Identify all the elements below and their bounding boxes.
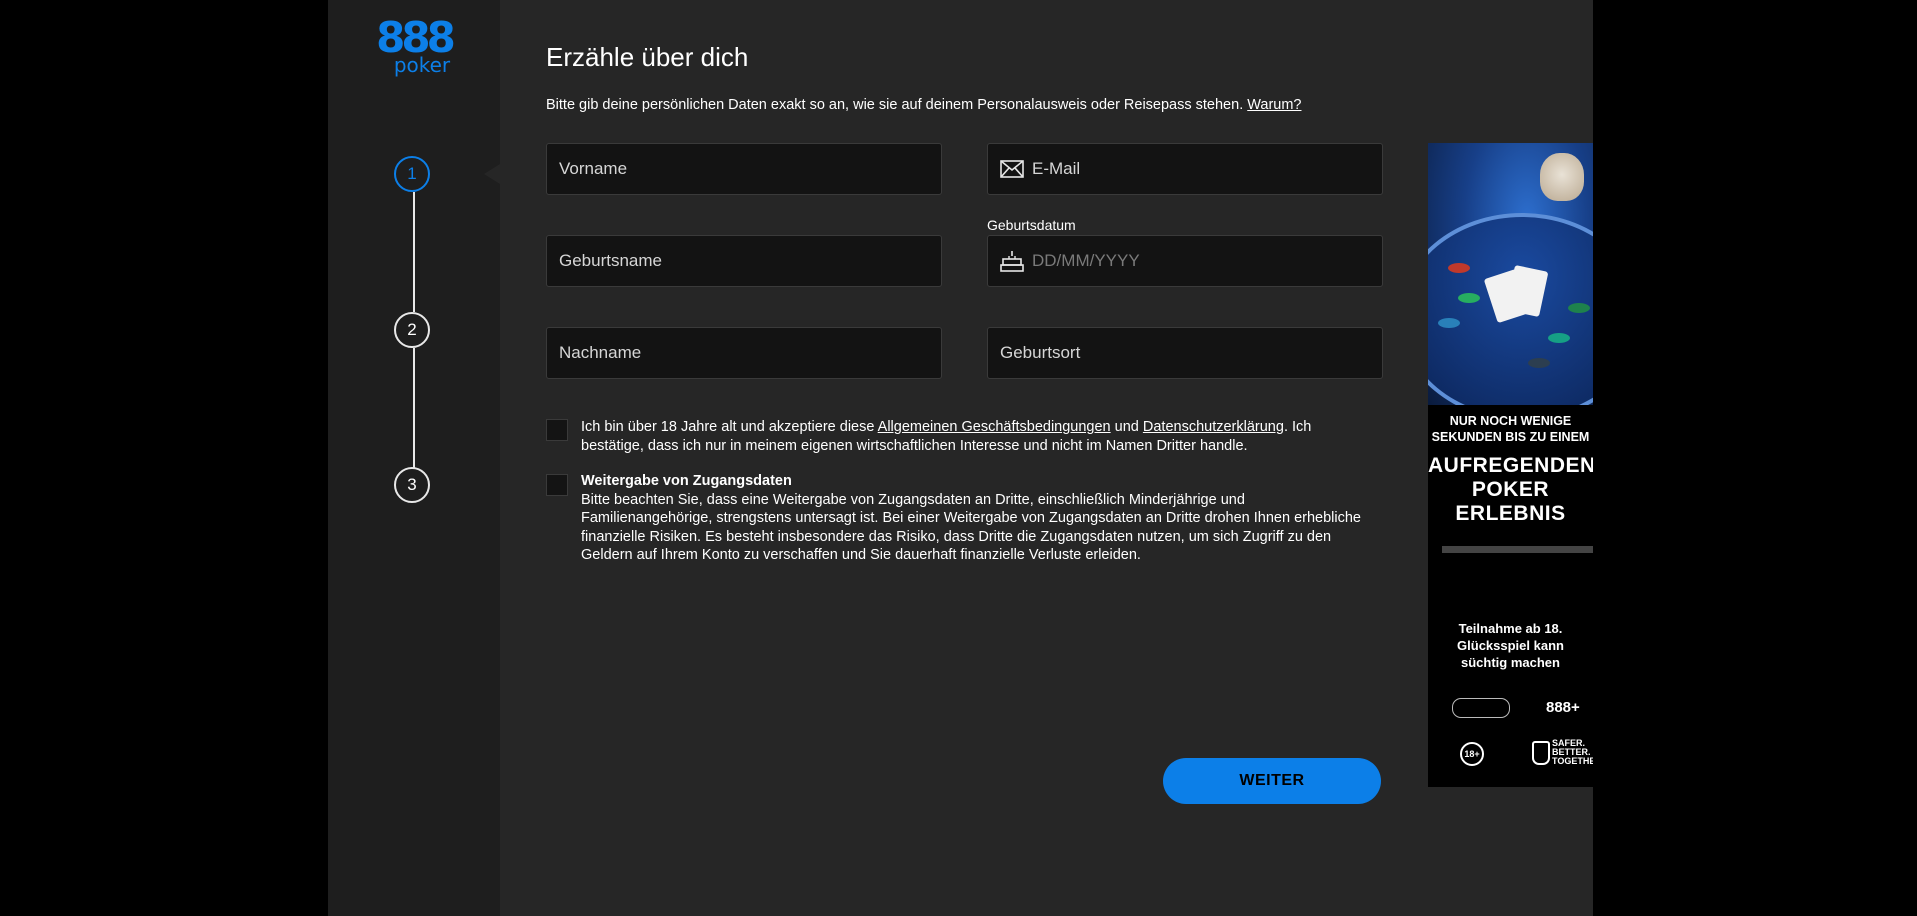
ad-headline-3: ERLEBNIS <box>1455 502 1566 525</box>
vorname-input[interactable] <box>547 144 941 194</box>
weiter-button[interactable]: WEITER <box>1163 758 1381 804</box>
geburtsort-field <box>987 327 1383 379</box>
sharing-checkbox[interactable] <box>546 474 568 496</box>
step-3-indicator: 3 <box>394 467 430 503</box>
logo-poker-text: poker <box>393 53 451 77</box>
terms-text-2: und <box>1110 419 1143 435</box>
sharing-title: Weitergabe von Zugangsdaten <box>581 473 792 489</box>
ad-info-3: süchtig machen <box>1461 655 1560 670</box>
ad-line-2: SEKUNDEN BIS ZU EINEM <box>1431 430 1590 444</box>
geburtsname-input[interactable] <box>547 236 941 286</box>
step-2-indicator: 2 <box>394 312 430 348</box>
promo-banner[interactable]: NUR NOCH WENIGE SEKUNDEN BIS ZU EINEM AU… <box>1428 143 1593 787</box>
together-text: TOGETHER. <box>1552 756 1593 766</box>
geburtsdatum-label: Geburtsdatum <box>987 217 1076 233</box>
active-step-pointer <box>484 164 500 184</box>
18-plus-badge: 18+ <box>1460 742 1484 766</box>
gda-seal-icon <box>1452 698 1510 718</box>
agb-link[interactable]: Allgemeinen Geschäftsbedingungen <box>878 419 1111 435</box>
geburtsname-field <box>546 235 942 287</box>
bulldog-mascot-icon <box>1540 153 1584 201</box>
poker-table-image <box>1428 143 1593 405</box>
registration-panel: 888 poker 1 2 3 Erzähle über dich Bitte … <box>328 0 1593 916</box>
vorname-field <box>546 143 942 195</box>
logo-888-text: 888 <box>376 13 456 62</box>
nachname-field <box>546 327 942 379</box>
shield-icon <box>1532 741 1550 765</box>
sharing-text: Weitergabe von Zugangsdaten Bitte beacht… <box>581 472 1371 565</box>
form-intro: Bitte gib deine persönlichen Daten exakt… <box>546 97 1302 113</box>
warum-link[interactable]: Warum? <box>1247 97 1301 113</box>
intro-text: Bitte gib deine persönlichen Daten exakt… <box>546 97 1244 113</box>
nachname-input[interactable] <box>547 328 941 378</box>
privacy-link[interactable]: Datenschutzerklärung <box>1143 419 1284 435</box>
email-field <box>987 143 1383 195</box>
sidebar: 888 poker 1 2 3 <box>328 0 500 916</box>
ad-info-1: Teilnahme ab 18. <box>1458 621 1563 636</box>
terms-checkbox[interactable] <box>546 419 568 441</box>
888poker-logo: 888 poker <box>372 13 456 78</box>
ad-info-2: Glücksspiel kann <box>1457 638 1564 653</box>
geburtsdatum-field <box>987 235 1383 287</box>
ad-headline-2: POKER <box>1471 478 1550 501</box>
ad-divider <box>1442 546 1593 553</box>
sharing-body: Bitte beachten Sie, dass eine Weitergabe… <box>581 491 1361 564</box>
ad-line-1: NUR NOCH WENIGE <box>1449 414 1572 428</box>
terms-text: Ich bin über 18 Jahre alt und akzeptiere… <box>581 418 1371 455</box>
geburtsort-input[interactable] <box>988 328 1382 378</box>
safer-better-together-badge: SAFER. BETTER. TOGETHER. <box>1552 739 1593 766</box>
ad-headline-1: AUFREGENDEN <box>1428 454 1593 477</box>
envelope-icon <box>1000 160 1024 178</box>
email-input[interactable] <box>1024 144 1382 194</box>
geburtsdatum-input[interactable] <box>1024 236 1382 286</box>
form-title: Erzähle über dich <box>546 42 749 72</box>
step-1-indicator: 1 <box>394 156 430 192</box>
birthday-cake-icon <box>1000 250 1024 272</box>
step-connector-2-3 <box>413 348 415 468</box>
terms-text-1: Ich bin über 18 Jahre alt und akzeptiere… <box>581 419 878 435</box>
step-connector-1-2 <box>413 192 415 312</box>
888-plus-badge: 888+ <box>1546 699 1580 716</box>
